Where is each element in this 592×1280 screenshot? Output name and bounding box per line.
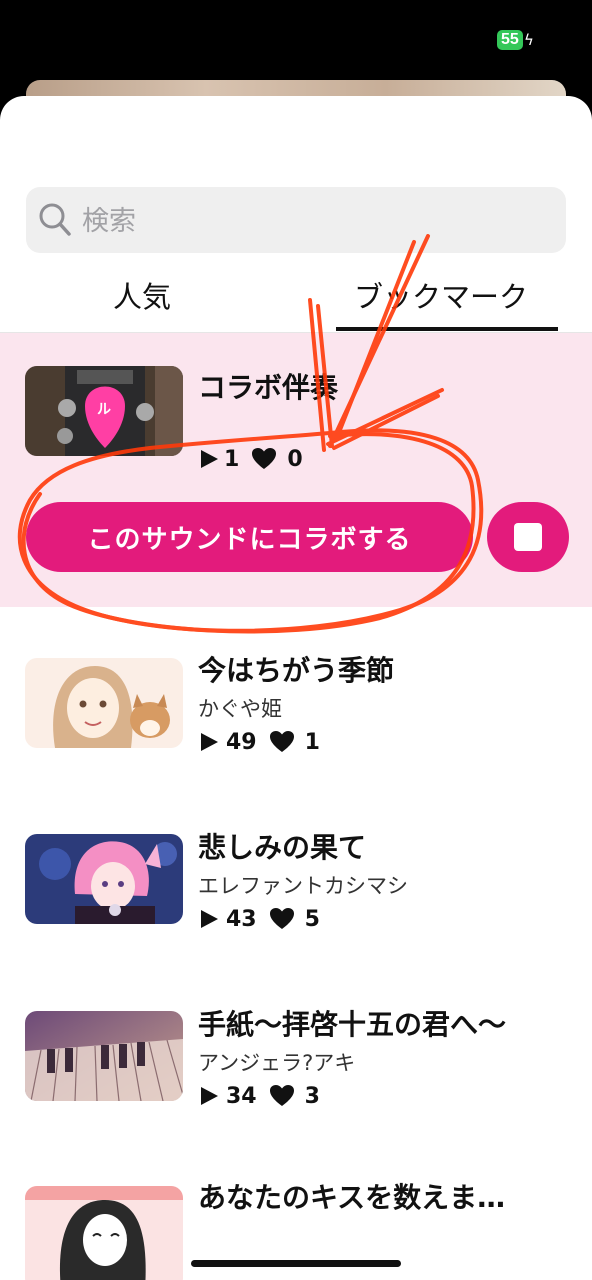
play-icon — [201, 910, 218, 928]
heart-icon — [269, 908, 294, 929]
item-artist: エレファントカシマシ — [198, 874, 408, 898]
item-title: 手紙～拝啓十五の君へ～ — [198, 1008, 507, 1041]
item-stats: 1 0 — [198, 445, 303, 473]
item-title: あなたのキスを数えま… — [198, 1181, 506, 1214]
search-bar[interactable] — [26, 187, 566, 255]
search-input[interactable] — [80, 187, 554, 255]
tab-bookmark[interactable]: ブックマーク — [354, 274, 528, 316]
stop-icon — [514, 523, 542, 551]
heart-icon — [252, 448, 277, 469]
like-count: 5 — [304, 906, 320, 932]
play-icon — [201, 733, 218, 751]
tab-popular[interactable]: 人気 — [113, 274, 171, 316]
item-stats: 49 1 — [198, 728, 320, 756]
battery-indicator: 55 — [497, 30, 523, 50]
item-artist: アンジェラ?アキ — [198, 1051, 356, 1075]
like-count: 0 — [287, 446, 303, 472]
thumbnail-piano — [25, 1011, 183, 1101]
play-count: 34 — [226, 1083, 257, 1109]
heart-icon — [269, 731, 294, 752]
play-count: 1 — [224, 446, 240, 472]
search-icon — [39, 203, 71, 236]
tab-selected-indicator — [336, 327, 558, 331]
item-title: 悲しみの果て — [198, 831, 367, 864]
item-title: コラボ伴奏 — [198, 371, 339, 404]
item-stats: 34 3 — [198, 1082, 320, 1110]
thumbnail-illustration — [25, 834, 183, 924]
status-bar: 55 ϟ — [0, 0, 592, 80]
thumbnail-illustration — [25, 1186, 183, 1280]
stop-button[interactable] — [487, 502, 569, 572]
like-count: 1 — [304, 729, 320, 755]
play-count: 43 — [226, 906, 257, 932]
play-icon — [201, 1087, 218, 1105]
like-count: 3 — [304, 1083, 320, 1109]
play-icon — [201, 450, 218, 468]
bottom-sheet: 人気 ブックマーク ル コラボ伴奏 1 0 こ — [0, 96, 592, 1280]
thumbnail-illustration — [25, 658, 183, 748]
thumbnail-guitar: ル — [25, 366, 183, 456]
item-title: 今はちがう季節 — [198, 654, 395, 687]
home-indicator — [191, 1260, 401, 1267]
charging-bolt-icon: ϟ — [524, 31, 534, 49]
item-stats: 43 5 — [198, 905, 320, 933]
collab-button[interactable]: このサウンドにコラボする — [26, 502, 473, 572]
heart-icon — [269, 1085, 294, 1106]
svg-text:ル: ル — [97, 402, 111, 418]
item-artist: かぐや姫 — [198, 697, 282, 721]
play-count: 49 — [226, 729, 257, 755]
